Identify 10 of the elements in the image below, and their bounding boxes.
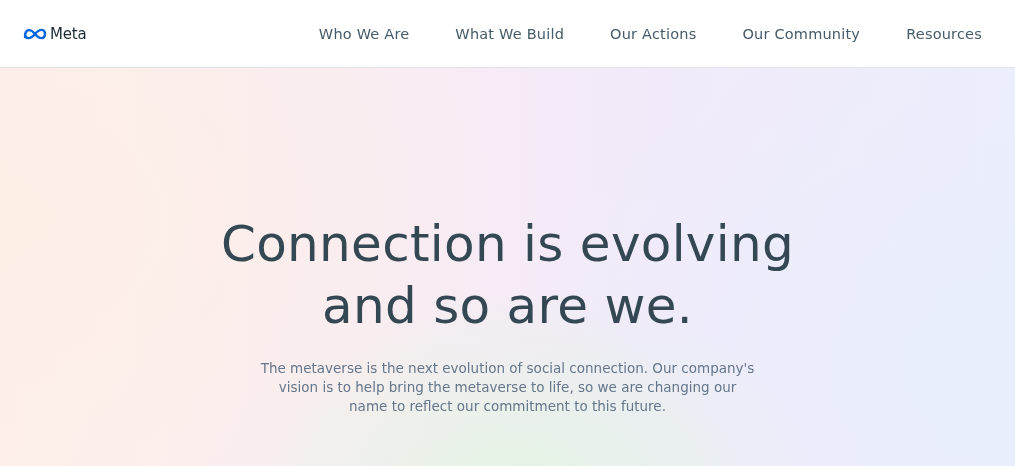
logo-wordmark[interactable]: Meta	[50, 24, 87, 43]
nav-link[interactable]: What We Build	[432, 19, 588, 48]
hero-heading: Connection is evolving	[221, 214, 794, 275]
hero-heading: and so are we.	[321, 276, 694, 337]
nav-link[interactable]: Resources	[883, 19, 997, 48]
nav-link[interactable]: Our Community	[719, 19, 884, 48]
hero-description: The metaverse is the next evolution of social connection. Our company's vision is to help bring the metaverse to life, so we are changing our name to reflect our commitment to this future.	[259, 359, 756, 416]
nav-link[interactable]: Our Actions	[587, 19, 720, 48]
nav-link[interactable]: Who We Are	[295, 19, 433, 48]
infinity-logo-icon[interactable]	[23, 26, 47, 41]
